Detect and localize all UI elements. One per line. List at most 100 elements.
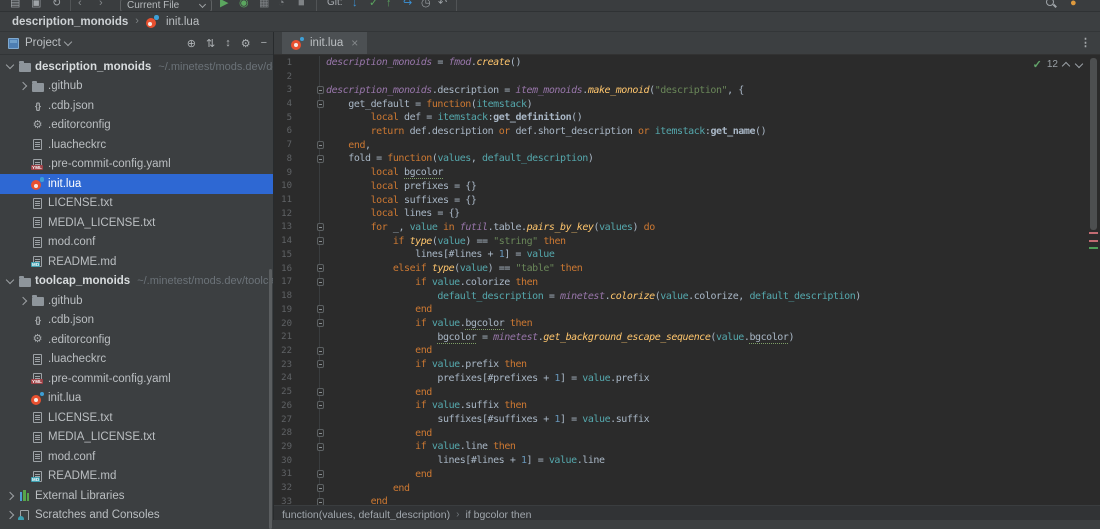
code-line[interactable]: 16 elseif type(value) == "table" then: [274, 261, 1100, 276]
code-line[interactable]: 4 get_default = function(itemstack): [274, 97, 1100, 111]
code-line[interactable]: 27 suffixes[#suffixes + 1] = value.suffi…: [274, 412, 1100, 427]
code-line[interactable]: 23 if value.prefix then: [274, 357, 1100, 372]
coverage-icon[interactable]: ▦: [259, 0, 269, 10]
fold-region-start-icon[interactable]: [316, 442, 324, 451]
code-line[interactable]: 25 end: [274, 385, 1100, 399]
chevron-right-icon[interactable]: [5, 491, 14, 500]
code-line[interactable]: 32 end: [274, 481, 1100, 495]
code-line[interactable]: 3 description_monoids.description = item_…: [274, 83, 1100, 98]
profiler-icon[interactable]: ◔: [278, 0, 285, 10]
tree-item[interactable]: MD README.md: [0, 252, 273, 272]
git-push-icon[interactable]: ↑: [386, 0, 392, 10]
code-line[interactable]: 10 local prefixes = {}: [274, 179, 1100, 194]
code-line[interactable]: 24 prefixes[#prefixes + 1] = value.prefi…: [274, 371, 1100, 386]
tree-item[interactable]: ⚙ .editorconfig: [0, 330, 273, 350]
code-line[interactable]: 31 end: [274, 467, 1100, 482]
prev-problem-icon[interactable]: [1061, 61, 1071, 71]
fold-region-start-icon[interactable]: [316, 99, 324, 108]
tab-close-icon[interactable]: ×: [351, 37, 358, 49]
git-update-icon[interactable]: ↓: [352, 0, 358, 10]
open-file-icon[interactable]: ▤: [10, 0, 20, 10]
collapse-all-icon[interactable]: ↕: [225, 37, 231, 49]
code-line[interactable]: 29 if value.line then: [274, 440, 1100, 454]
project-panel-title[interactable]: Project: [25, 37, 61, 49]
code-line[interactable]: 12 local lines = {}: [274, 206, 1100, 221]
fold-region-end-icon[interactable]: [316, 140, 324, 149]
code-line[interactable]: 7 end,: [274, 138, 1100, 153]
breadcrumb-scope[interactable]: if bgcolor then: [465, 509, 531, 521]
fold-region-end-icon[interactable]: [316, 305, 324, 314]
sync-icon[interactable]: ↻: [52, 0, 61, 10]
fold-region-start-icon[interactable]: [316, 264, 324, 273]
code-line[interactable]: 9 local bgcolor: [274, 165, 1100, 180]
tab-options-kebab-icon[interactable]: ⋮: [1080, 36, 1091, 49]
tree-item[interactable]: ⚙ .editorconfig: [0, 116, 273, 136]
run-icon[interactable]: ▶: [220, 0, 228, 10]
code-line[interactable]: 33 end: [274, 495, 1100, 505]
back-icon[interactable]: ‹: [78, 0, 82, 10]
save-all-icon[interactable]: ▣: [31, 0, 41, 10]
tree-item[interactable]: {} .cdb.json: [0, 311, 273, 331]
code-line[interactable]: 5 local def = itemstack:get_definition(): [274, 110, 1100, 125]
tree-item[interactable]: MEDIA_LICENSE.txt: [0, 213, 273, 233]
code-line[interactable]: 21 bgcolor = minetest.get_background_esc…: [274, 330, 1100, 345]
fold-region-end-icon[interactable]: [316, 483, 324, 492]
run-configuration-dropdown[interactable]: Current File: [120, 0, 212, 11]
breadcrumb-project[interactable]: description_monoids: [12, 16, 128, 28]
error-stripe-mark[interactable]: [1089, 247, 1098, 249]
search-everywhere-icon[interactable]: [1046, 0, 1054, 6]
tree-item[interactable]: .luacheckrc: [0, 135, 273, 155]
error-stripe-mark[interactable]: [1089, 232, 1098, 234]
error-stripe-mark[interactable]: [1089, 240, 1098, 242]
code-area[interactable]: 1 description_monoids = fmod.create() 2 3 de…: [274, 55, 1100, 505]
inspections-widget[interactable]: ✓ 12: [1033, 58, 1084, 71]
code-line[interactable]: 30 lines[#lines + 1] = value.line: [274, 453, 1100, 468]
code-line[interactable]: 19 end: [274, 302, 1100, 317]
chevron-right-icon[interactable]: [5, 511, 14, 520]
code-line[interactable]: 13 for _, value in futil.table.pairs_by_…: [274, 220, 1100, 235]
tree-item[interactable]: init.lua: [0, 389, 273, 409]
tree-item[interactable]: .github: [0, 77, 273, 97]
fold-region-start-icon[interactable]: [316, 223, 324, 232]
fold-region-start-icon[interactable]: [316, 401, 324, 410]
tree-item[interactable]: {} .cdb.json: [0, 96, 273, 116]
git-history-icon[interactable]: ◷: [421, 0, 431, 10]
tree-item[interactable]: mod.conf: [0, 447, 273, 467]
tree-item[interactable]: toolcap_monoids ~/.minetest/mods.dev/tool…: [0, 272, 273, 292]
tab-init-lua[interactable]: init.lua ×: [282, 32, 368, 54]
forward-icon[interactable]: ›: [99, 0, 103, 10]
git-merge-icon[interactable]: ↪: [403, 0, 412, 10]
locate-file-icon[interactable]: ⊕: [187, 37, 196, 50]
chevron-down-icon[interactable]: [63, 37, 73, 46]
fold-region-end-icon[interactable]: [316, 387, 324, 396]
fold-region-start-icon[interactable]: [316, 85, 324, 94]
code-line[interactable]: 17 if value.colorize then: [274, 275, 1100, 290]
notification-icon[interactable]: ●: [1070, 0, 1077, 10]
tree-item[interactable]: mod.conf: [0, 233, 273, 253]
hide-panel-icon[interactable]: −: [261, 37, 267, 49]
code-line[interactable]: 28 end: [274, 426, 1100, 441]
tree-item[interactable]: MD README.md: [0, 467, 273, 487]
chevron-right-icon[interactable]: [18, 296, 27, 305]
fold-region-end-icon[interactable]: [316, 428, 324, 437]
tree-item[interactable]: External Libraries: [0, 486, 273, 506]
chevron-down-icon[interactable]: [5, 61, 14, 70]
code-line[interactable]: 8 fold = function(values, default_descri…: [274, 152, 1100, 166]
fold-region-start-icon[interactable]: [316, 360, 324, 369]
code-line[interactable]: 22 end: [274, 344, 1100, 358]
tree-item[interactable]: Scratches and Consoles: [0, 506, 273, 520]
fold-region-start-icon[interactable]: [316, 154, 324, 163]
tree-item[interactable]: .github: [0, 291, 273, 311]
code-line[interactable]: 18 default_description = minetest.colori…: [274, 289, 1100, 303]
editor-scrollbar[interactable]: [1090, 58, 1097, 230]
fold-region-start-icon[interactable]: [316, 319, 324, 328]
code-line[interactable]: 14 if type(value) == "string" then: [274, 234, 1100, 249]
chevron-right-icon[interactable]: [18, 82, 27, 91]
tree-item[interactable]: description_monoids ~/.minetest/mods.dev/…: [0, 57, 273, 77]
tree-item[interactable]: MEDIA_LICENSE.txt: [0, 428, 273, 448]
project-tree-scrollbar[interactable]: [269, 269, 272, 529]
git-rollback-icon[interactable]: ↶: [438, 0, 447, 10]
fold-region-end-icon[interactable]: [316, 497, 324, 505]
git-commit-icon[interactable]: ✓: [369, 0, 378, 10]
fold-region-end-icon[interactable]: [316, 346, 324, 355]
